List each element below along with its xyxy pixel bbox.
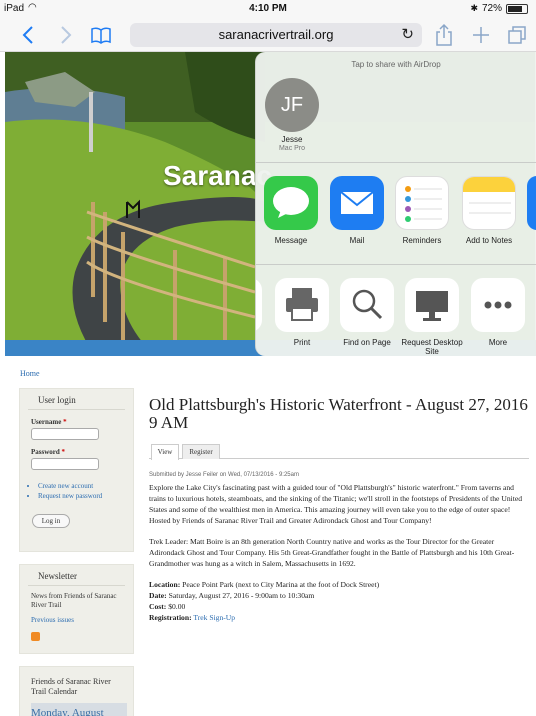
action-label: Print <box>293 338 311 347</box>
submitted-info: Submitted by Jesse Feiler on Wed, 07/13/… <box>149 472 299 478</box>
calendar-block: Friends of Saranac River Trail Calendar … <box>19 666 134 716</box>
divider <box>256 162 536 163</box>
forward-button[interactable] <box>52 22 78 48</box>
breadcrumb-home[interactable]: Home <box>20 369 40 378</box>
hand-cursor-icon <box>126 199 140 218</box>
newsletter-text: News from Friends of Saranac River Trail <box>31 592 117 609</box>
body-paragraph: Trek Leader: Matt Boire is an 8th genera… <box>149 537 515 568</box>
create-account-link[interactable]: Create new account <box>38 482 133 490</box>
book-icon <box>91 27 111 44</box>
bluetooth-icon: ✱ <box>470 3 478 13</box>
app-label: Message <box>274 236 308 245</box>
action-label: More <box>488 338 508 347</box>
airdrop-person-avatar[interactable]: JF <box>265 78 319 132</box>
tab-register[interactable]: Register <box>182 444 220 459</box>
registration-link[interactable]: Trek Sign-Up <box>193 613 235 622</box>
status-bar: iPad ◠ 4:10 PM ✱ 72% <box>0 0 536 18</box>
share-action-print[interactable]: Print <box>270 278 334 347</box>
newsletter-block: Newsletter News from Friends of Saranac … <box>19 564 134 654</box>
tab-view[interactable]: View <box>151 444 179 460</box>
username-label: Username * <box>31 418 67 426</box>
share-action-more[interactable]: More <box>466 278 530 347</box>
share-button[interactable] <box>431 22 457 48</box>
tab-bar: View Register <box>149 444 529 460</box>
share-action-desktop-site[interactable]: Request Desktop Site <box>400 278 464 356</box>
share-action-find[interactable]: Find on Page <box>335 278 399 347</box>
browser-toolbar: saranacrivertrail.org ↻ <box>0 18 536 52</box>
airdrop-caption: Tap to share with AirDrop <box>351 60 441 69</box>
request-password-link[interactable]: Request new password <box>38 492 133 500</box>
cost-value: $0.00 <box>168 602 186 611</box>
airdrop-person-name: Jesse <box>281 135 303 144</box>
partial-action-icon[interactable] <box>256 278 262 332</box>
event-details: Location: Peace Point Park (next to City… <box>149 580 380 622</box>
share-app-mail[interactable]: Mail <box>329 176 385 245</box>
calendar-widget[interactable]: Monday, August <box>31 703 127 716</box>
tabs-button[interactable] <box>504 22 530 48</box>
share-app-reminders[interactable]: Reminders <box>394 176 450 245</box>
back-button[interactable] <box>16 22 42 48</box>
mail-icon <box>330 176 384 230</box>
app-label: Reminders <box>402 236 442 245</box>
block-title: Friends of Saranac River Trail Calendar <box>31 677 111 696</box>
more-apps-partial-icon[interactable] <box>527 176 536 230</box>
date-value: Saturday, August 27, 2016 - 9:00am to 10… <box>168 591 315 600</box>
notes-icon <box>462 176 516 230</box>
magnifier-icon <box>340 278 394 332</box>
reminders-icon <box>395 176 449 230</box>
action-label: Request Desktop Site <box>401 338 463 356</box>
previous-issues-link[interactable]: Previous issues <box>20 610 133 624</box>
airdrop-person-device: Mac Pro <box>278 145 306 152</box>
article: Old Plattsburgh's Historic Waterfront - … <box>149 396 529 623</box>
ellipsis-icon <box>471 278 525 332</box>
battery-percent: 72% <box>481 3 502 14</box>
chevron-right-icon <box>61 26 72 44</box>
share-icon <box>436 23 452 46</box>
app-label: Mail <box>349 236 365 245</box>
login-button[interactable]: Log in <box>32 514 70 528</box>
block-title: Newsletter <box>28 565 125 586</box>
printer-icon <box>275 278 329 332</box>
message-icon <box>264 176 318 230</box>
reload-icon[interactable]: ↻ <box>401 23 414 47</box>
status-time: 4:10 PM <box>249 3 287 14</box>
plus-icon <box>473 27 489 43</box>
new-tab-button[interactable] <box>468 22 494 48</box>
share-app-notes[interactable]: Add to Notes <box>459 176 519 245</box>
address-bar[interactable]: saranacrivertrail.org ↻ <box>130 23 422 47</box>
share-app-message[interactable]: Message <box>263 176 319 245</box>
url-text: saranacrivertrail.org <box>218 27 334 42</box>
bookmarks-button[interactable] <box>88 22 114 48</box>
battery-icon <box>506 3 528 14</box>
location-value: Peace Point Park (next to City Marina at… <box>182 580 380 589</box>
password-field[interactable] <box>31 458 99 470</box>
share-sheet: Tap to share with AirDrop JF Jesse Mac P… <box>255 52 536 356</box>
user-login-block: User login Username * Password * Create … <box>19 388 134 552</box>
desktop-icon <box>405 278 459 332</box>
tabs-icon <box>508 26 526 44</box>
divider <box>256 264 536 265</box>
username-field[interactable] <box>31 428 99 440</box>
app-label: Add to Notes <box>465 236 513 245</box>
action-label: Find on Page <box>343 338 391 347</box>
password-label: Password * <box>31 448 66 456</box>
rss-icon[interactable] <box>31 632 40 641</box>
block-title: User login <box>28 389 125 410</box>
body-paragraph: Explore the Lake City's fascinating past… <box>149 483 522 525</box>
page-title: Old Plattsburgh's Historic Waterfront - … <box>149 395 528 432</box>
chevron-left-icon <box>22 26 33 44</box>
